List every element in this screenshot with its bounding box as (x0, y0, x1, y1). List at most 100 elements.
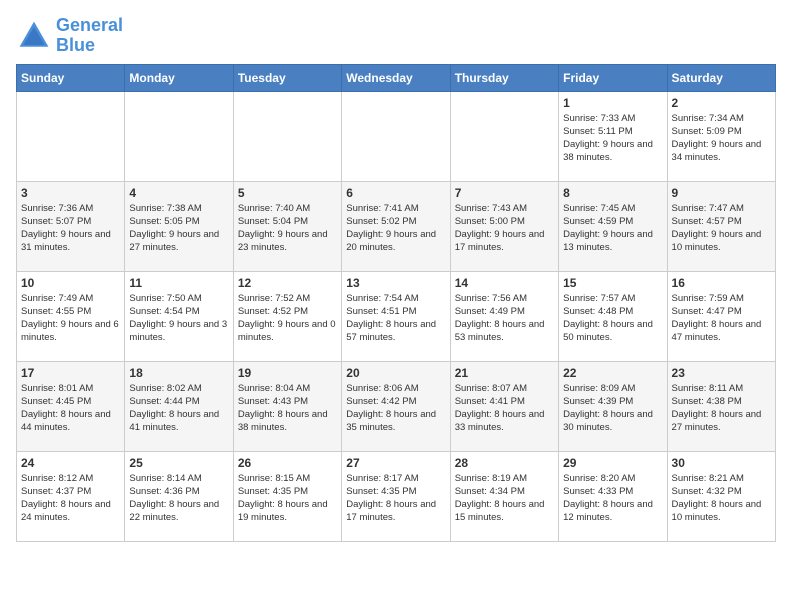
calendar-cell (17, 91, 125, 181)
day-info: Sunrise: 8:21 AM Sunset: 4:32 PM Dayligh… (672, 472, 771, 525)
page-header: General Blue (16, 16, 776, 56)
calendar-cell: 9 Sunrise: 7:47 AM Sunset: 4:57 PM Daylig… (667, 181, 775, 271)
day-number: 13 (346, 276, 445, 290)
calendar-cell: 15 Sunrise: 7:57 AM Sunset: 4:48 PM Dayli… (559, 271, 667, 361)
day-number: 28 (455, 456, 554, 470)
calendar-cell: 22Sunrise: 8:09 AM Sunset: 4:39 PM Dayli… (559, 361, 667, 451)
day-info: Sunrise: 7:54 AM Sunset: 4:51 PM Dayligh… (346, 292, 445, 345)
weekday-header-sunday: Sunday (17, 64, 125, 91)
day-info: Sunrise: 8:02 AM Sunset: 4:44 PM Dayligh… (129, 382, 228, 435)
calendar-cell: 14 Sunrise: 7:56 AM Sunset: 4:49 PM Dayli… (450, 271, 558, 361)
calendar-cell: 4 Sunrise: 7:38 AM Sunset: 5:05 PM Daylig… (125, 181, 233, 271)
day-info: Sunrise: 7:50 AM Sunset: 4:54 PM Dayligh… (129, 292, 228, 345)
day-info: Sunrise: 8:07 AM Sunset: 4:41 PM Dayligh… (455, 382, 554, 435)
day-number: 14 (455, 276, 554, 290)
calendar-cell: 21 Sunrise: 8:07 AM Sunset: 4:41 PM Dayli… (450, 361, 558, 451)
calendar-cell: 29 Sunrise: 8:20 AM Sunset: 4:33 PM Dayli… (559, 451, 667, 541)
day-number: 22 (563, 366, 662, 380)
calendar-cell (450, 91, 558, 181)
day-info: Sunrise: 7:43 AM Sunset: 5:00 PM Dayligh… (455, 202, 554, 255)
day-number: 23 (672, 366, 771, 380)
weekday-header-saturday: Saturday (667, 64, 775, 91)
logo-icon (16, 18, 52, 54)
day-info: Sunrise: 8:12 AM Sunset: 4:37 PM Dayligh… (21, 472, 120, 525)
calendar-cell: 25 Sunrise: 8:14 AM Sunset: 4:36 PM Dayli… (125, 451, 233, 541)
logo: General Blue (16, 16, 123, 56)
day-number: 24 (21, 456, 120, 470)
day-number: 7 (455, 186, 554, 200)
day-number: 25 (129, 456, 228, 470)
day-number: 20 (346, 366, 445, 380)
day-info: Sunrise: 7:36 AM Sunset: 5:07 PM Dayligh… (21, 202, 120, 255)
day-number: 27 (346, 456, 445, 470)
calendar-table: SundayMondayTuesdayWednesdayThursdayFrid… (16, 64, 776, 542)
calendar-cell: 26 Sunrise: 8:15 AM Sunset: 4:35 PM Dayli… (233, 451, 341, 541)
day-number: 12 (238, 276, 337, 290)
day-info: Sunrise: 7:47 AM Sunset: 4:57 PM Dayligh… (672, 202, 771, 255)
day-info: Sunrise: 8:20 AM Sunset: 4:33 PM Dayligh… (563, 472, 662, 525)
calendar-cell: 24 Sunrise: 8:12 AM Sunset: 4:37 PM Dayli… (17, 451, 125, 541)
day-info: Sunrise: 8:17 AM Sunset: 4:35 PM Dayligh… (346, 472, 445, 525)
day-info: Sunrise: 7:59 AM Sunset: 4:47 PM Dayligh… (672, 292, 771, 345)
calendar-cell: 6 Sunrise: 7:41 AM Sunset: 5:02 PM Daylig… (342, 181, 450, 271)
calendar-cell: 20 Sunrise: 8:06 AM Sunset: 4:42 PM Dayli… (342, 361, 450, 451)
day-info: Sunrise: 8:06 AM Sunset: 4:42 PM Dayligh… (346, 382, 445, 435)
day-number: 8 (563, 186, 662, 200)
calendar-cell: 30Sunrise: 8:21 AM Sunset: 4:32 PM Dayli… (667, 451, 775, 541)
day-number: 10 (21, 276, 120, 290)
day-info: Sunrise: 7:40 AM Sunset: 5:04 PM Dayligh… (238, 202, 337, 255)
calendar-cell: 2 Sunrise: 7:34 AM Sunset: 5:09 PM Daylig… (667, 91, 775, 181)
day-info: Sunrise: 7:33 AM Sunset: 5:11 PM Dayligh… (563, 112, 662, 165)
calendar-cell: 13 Sunrise: 7:54 AM Sunset: 4:51 PM Dayli… (342, 271, 450, 361)
weekday-header-wednesday: Wednesday (342, 64, 450, 91)
day-number: 29 (563, 456, 662, 470)
calendar-cell: 23 Sunrise: 8:11 AM Sunset: 4:38 PM Dayli… (667, 361, 775, 451)
day-number: 9 (672, 186, 771, 200)
day-number: 26 (238, 456, 337, 470)
day-info: Sunrise: 7:49 AM Sunset: 4:55 PM Dayligh… (21, 292, 120, 345)
day-number: 3 (21, 186, 120, 200)
day-number: 6 (346, 186, 445, 200)
day-info: Sunrise: 7:52 AM Sunset: 4:52 PM Dayligh… (238, 292, 337, 345)
calendar-cell: 5 Sunrise: 7:40 AM Sunset: 5:04 PM Daylig… (233, 181, 341, 271)
day-number: 15 (563, 276, 662, 290)
weekday-header-tuesday: Tuesday (233, 64, 341, 91)
calendar-cell (342, 91, 450, 181)
calendar-cell: 7 Sunrise: 7:43 AM Sunset: 5:00 PM Daylig… (450, 181, 558, 271)
calendar-cell: 19 Sunrise: 8:04 AM Sunset: 4:43 PM Dayli… (233, 361, 341, 451)
calendar-cell (125, 91, 233, 181)
calendar-cell: 28 Sunrise: 8:19 AM Sunset: 4:34 PM Dayli… (450, 451, 558, 541)
day-info: Sunrise: 8:15 AM Sunset: 4:35 PM Dayligh… (238, 472, 337, 525)
day-number: 5 (238, 186, 337, 200)
day-info: Sunrise: 7:38 AM Sunset: 5:05 PM Dayligh… (129, 202, 228, 255)
calendar-week-4: 24 Sunrise: 8:12 AM Sunset: 4:37 PM Dayli… (17, 451, 776, 541)
weekday-header-thursday: Thursday (450, 64, 558, 91)
day-info: Sunrise: 7:34 AM Sunset: 5:09 PM Dayligh… (672, 112, 771, 165)
calendar-cell (233, 91, 341, 181)
day-number: 11 (129, 276, 228, 290)
calendar-cell: 18 Sunrise: 8:02 AM Sunset: 4:44 PM Dayli… (125, 361, 233, 451)
day-number: 1 (563, 96, 662, 110)
calendar-week-0: 1 Sunrise: 7:33 AM Sunset: 5:11 PM Daylig… (17, 91, 776, 181)
calendar-cell: 16Sunrise: 7:59 AM Sunset: 4:47 PM Dayli… (667, 271, 775, 361)
day-info: Sunrise: 7:41 AM Sunset: 5:02 PM Dayligh… (346, 202, 445, 255)
calendar-cell: 27 Sunrise: 8:17 AM Sunset: 4:35 PM Dayli… (342, 451, 450, 541)
day-number: 4 (129, 186, 228, 200)
calendar-cell: 11 Sunrise: 7:50 AM Sunset: 4:54 PM Dayli… (125, 271, 233, 361)
day-info: Sunrise: 8:19 AM Sunset: 4:34 PM Dayligh… (455, 472, 554, 525)
calendar-week-3: 17Sunrise: 8:01 AM Sunset: 4:45 PM Dayli… (17, 361, 776, 451)
day-info: Sunrise: 7:56 AM Sunset: 4:49 PM Dayligh… (455, 292, 554, 345)
day-info: Sunrise: 7:57 AM Sunset: 4:48 PM Dayligh… (563, 292, 662, 345)
calendar-cell: 10 Sunrise: 7:49 AM Sunset: 4:55 PM Dayli… (17, 271, 125, 361)
day-number: 21 (455, 366, 554, 380)
day-info: Sunrise: 8:01 AM Sunset: 4:45 PM Dayligh… (21, 382, 120, 435)
day-number: 2 (672, 96, 771, 110)
calendar-cell: 12 Sunrise: 7:52 AM Sunset: 4:52 PM Dayli… (233, 271, 341, 361)
day-info: Sunrise: 8:04 AM Sunset: 4:43 PM Dayligh… (238, 382, 337, 435)
day-info: Sunrise: 8:11 AM Sunset: 4:38 PM Dayligh… (672, 382, 771, 435)
day-info: Sunrise: 8:14 AM Sunset: 4:36 PM Dayligh… (129, 472, 228, 525)
day-number: 19 (238, 366, 337, 380)
calendar-week-2: 10 Sunrise: 7:49 AM Sunset: 4:55 PM Dayli… (17, 271, 776, 361)
day-info: Sunrise: 7:45 AM Sunset: 4:59 PM Dayligh… (563, 202, 662, 255)
day-number: 18 (129, 366, 228, 380)
